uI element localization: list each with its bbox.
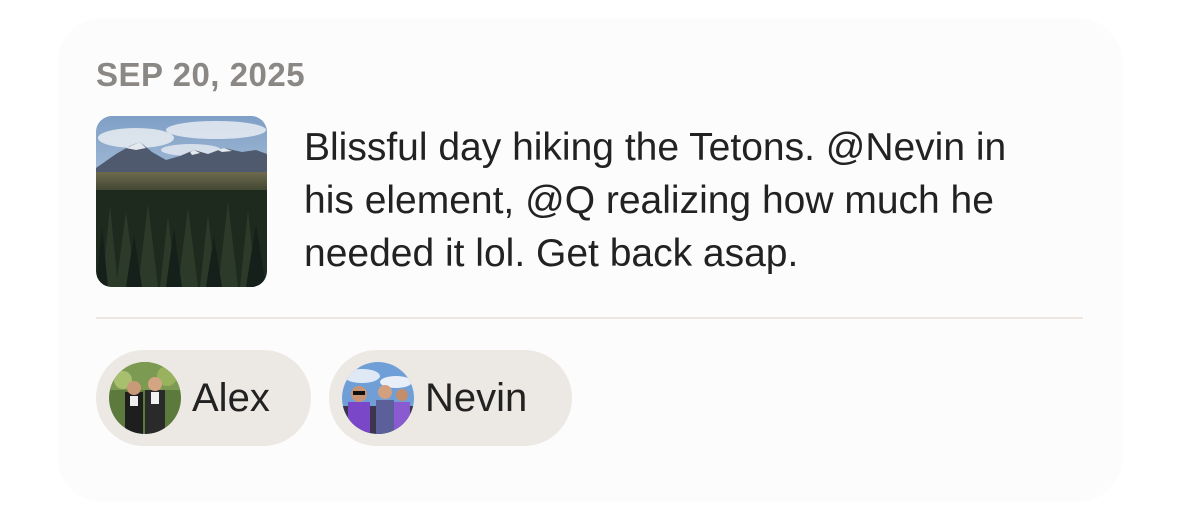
entry-photo[interactable] (96, 116, 267, 287)
entry-text-line: his element, @Q realizing how much he (304, 179, 994, 222)
entry-text-line: needed it lol. Get back asap. (304, 232, 799, 275)
tagged-person-name: Nevin (425, 376, 528, 420)
tagged-person-chip-alex[interactable]: Alex (96, 350, 311, 446)
avatar (342, 362, 414, 434)
entry-date: SEP 20, 2025 (96, 56, 306, 93)
tagged-person-name: Alex (192, 376, 270, 420)
avatar (109, 362, 181, 434)
entry-text-line: Blissful day hiking the Tetons. @Nevin i… (304, 126, 1007, 169)
tagged-person-chip-nevin[interactable]: Nevin (329, 350, 572, 446)
entry-text: Blissful day hiking the Tetons. @Nevin i… (304, 121, 1104, 280)
divider (96, 317, 1083, 319)
